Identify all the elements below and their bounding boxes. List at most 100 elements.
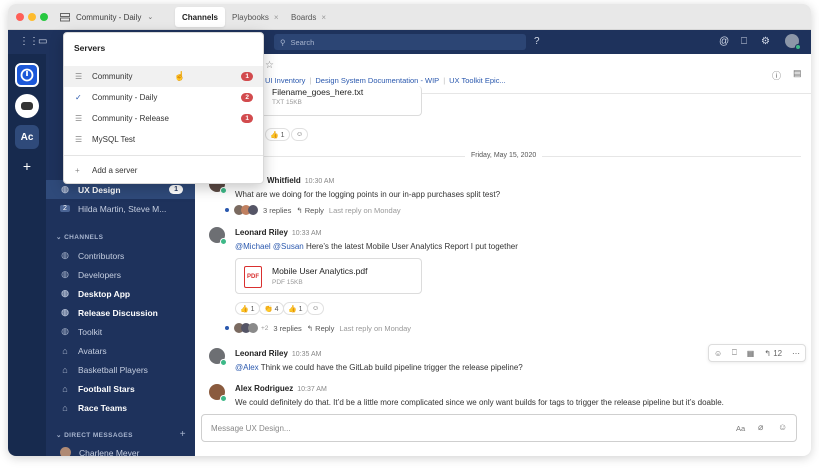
sidebar-item-group-dm[interactable]: 2 Hilda Martin, Steve M... <box>46 199 195 218</box>
message-time[interactable]: 10:37 AM <box>297 386 327 393</box>
saved-icon[interactable]: ⎕ <box>741 36 747 48</box>
sidebar-item-label: Release Discussion <box>78 307 158 318</box>
message-time[interactable]: 10:33 AM <box>292 230 322 237</box>
team-avatar[interactable] <box>15 94 39 118</box>
server-icon: ☰ <box>75 135 83 144</box>
help-icon[interactable]: ? <box>534 36 540 48</box>
more-icon[interactable]: ⋯ <box>792 349 800 358</box>
replies-link[interactable]: 3 replies <box>263 206 291 215</box>
message-author[interactable]: Whitfield 10:30 AM <box>267 176 334 185</box>
server-icon <box>60 12 70 21</box>
mention-link[interactable]: @Alex <box>235 363 259 372</box>
lock-icon: ⌂ <box>62 345 68 356</box>
add-team-button[interactable]: + <box>15 154 39 178</box>
sidebar-item-contributors[interactable]: ◍ Contributors <box>46 246 195 265</box>
reaction-label: 👏 4 <box>264 305 279 313</box>
message-text: @Michael @Susan Here’s the latest Mobile… <box>235 242 518 251</box>
reply-button[interactable]: ↰ Reply <box>307 324 335 333</box>
sidebar-item-desktop-app[interactable]: ◍ Desktop App <box>46 284 195 303</box>
team-ac[interactable]: Ac <box>15 125 39 149</box>
close-icon[interactable]: × <box>321 13 326 22</box>
header-link[interactable]: Design System Documentation - WIP <box>315 76 439 85</box>
message-author[interactable]: Alex Rodriguez 10:37 AM <box>235 384 327 393</box>
formatting-button[interactable]: Aa <box>736 424 745 433</box>
tab-channels[interactable]: Channels <box>175 7 226 27</box>
message-time[interactable]: 10:30 AM <box>305 178 335 185</box>
tab-label: Boards <box>291 12 317 22</box>
info-icon[interactable]: ⓘ <box>772 69 781 82</box>
message-time[interactable]: 10:35 AM <box>292 351 322 358</box>
grid-menu-icon[interactable]: ⋮⋮ <box>19 36 39 48</box>
add-server-button[interactable]: + Add a server <box>64 160 263 181</box>
team-mattermost[interactable] <box>15 63 39 87</box>
unread-count-badge: 1 <box>169 185 183 194</box>
add-dm-button[interactable]: + <box>180 429 186 440</box>
server-item-community-daily[interactable]: ✓ Community - Daily 2 <box>64 87 263 108</box>
reply-button[interactable]: ↰ 12 <box>764 349 782 358</box>
last-reply: Last reply on Monday <box>339 323 412 333</box>
sidebar-item-release-discussion[interactable]: ◍ Release Discussion <box>46 303 195 322</box>
server-item-community[interactable]: ☰ Community 1 ☝ <box>64 66 263 87</box>
chat-icon[interactable]: ▭ <box>38 36 47 48</box>
reply-label: Reply <box>315 323 335 333</box>
sidebar-item-charlene-meyer[interactable]: Charlene Meyer <box>46 443 195 456</box>
lock-icon: ⌂ <box>62 383 68 394</box>
group-count-icon: 2 <box>60 205 70 212</box>
tab-boards[interactable]: Boards × <box>284 7 333 27</box>
replies-link[interactable]: 3 replies <box>273 324 301 333</box>
server-item-community-release[interactable]: ☰ Community - Release 1 <box>64 108 263 129</box>
team-label: Ac <box>20 131 34 143</box>
apps-icon[interactable]: ▦ <box>747 349 755 358</box>
search-input[interactable]: ⚲ Search <box>274 34 526 50</box>
file-attachment[interactable]: PDF Mobile User Analytics.pdf PDF 15KB <box>235 258 422 294</box>
sidebar-item-toolkit[interactable]: ◍ Toolkit <box>46 322 195 341</box>
sidebar-item-race-teams[interactable]: ⌂ Race Teams <box>46 398 195 417</box>
reply-button[interactable]: ↰ Reply <box>296 206 324 215</box>
settings-icon[interactable]: ⚙ <box>761 36 770 48</box>
server-icon: ☰ <box>75 114 83 123</box>
header-link[interactable]: UX Toolkit Epic... <box>449 76 506 85</box>
mention-link[interactable]: @Michael @Susan <box>235 242 304 251</box>
header-link[interactable]: UI Inventory <box>265 76 305 85</box>
channels-section-header[interactable]: ⌄ CHANNELS <box>56 233 103 241</box>
save-icon[interactable]: ⎕ <box>732 348 737 358</box>
star-icon[interactable]: ☆ <box>265 60 274 71</box>
attachment-icon[interactable]: ⌀ <box>758 422 763 433</box>
globe-icon: ◍ <box>61 288 69 298</box>
sidebar-item-label: Charlene Meyer <box>79 447 140 457</box>
mention-icon[interactable]: @ <box>719 36 729 48</box>
minimize-window-button[interactable] <box>28 13 36 21</box>
server-switcher[interactable]: Community - Daily ⌄ <box>60 7 153 27</box>
reaction-thumbsup[interactable]: 👍 1 <box>235 302 260 315</box>
pinned-list-icon[interactable]: ▤ <box>793 68 802 79</box>
reaction-thumbsup[interactable]: 👍 1 <box>283 302 308 315</box>
reaction-clap[interactable]: 👏 4 <box>259 302 284 315</box>
direct-messages-section-header[interactable]: ⌄ DIRECT MESSAGES + <box>56 429 186 440</box>
lock-icon: ⌂ <box>62 364 68 375</box>
channel-header-links: UI Inventory | Design System Documentati… <box>265 76 506 85</box>
tab-playbooks[interactable]: Playbooks × <box>225 7 286 27</box>
message-text: What are we doing for the logging points… <box>235 190 501 199</box>
emoji-icon[interactable]: ☺ <box>778 422 787 432</box>
close-icon[interactable]: × <box>274 13 279 22</box>
reaction-thumbsup[interactable]: 👍 1 <box>265 128 290 141</box>
sidebar-item-basketball-players[interactable]: ⌂ Basketball Players <box>46 360 195 379</box>
message-author[interactable]: Leonard Riley 10:35 AM <box>235 349 321 358</box>
mention-count-badge: 1 <box>241 114 253 123</box>
sidebar-item-football-stars[interactable]: ⌂ Football Stars <box>46 379 195 398</box>
message-author[interactable]: Leonard Riley 10:33 AM <box>235 228 321 237</box>
sidebar-item-avatars[interactable]: ⌂ Avatars <box>46 341 195 360</box>
server-item-mysql-test[interactable]: ☰ MySQL Test <box>64 129 263 150</box>
participants-avatars <box>234 205 258 215</box>
smile-icon[interactable]: ☺ <box>714 349 722 358</box>
maximize-window-button[interactable] <box>40 13 48 21</box>
close-window-button[interactable] <box>16 13 24 21</box>
message-input[interactable]: Message UX Design... Aa ⌀ ☺ <box>201 414 797 442</box>
author-name: Alex Rodriguez <box>235 384 294 393</box>
server-icon: ☰ <box>75 72 83 81</box>
section-label: CHANNELS <box>64 234 104 241</box>
sidebar-item-developers[interactable]: ◍ Developers <box>46 265 195 284</box>
add-reaction-button[interactable]: ☺ <box>291 128 309 141</box>
server-switcher-label: Community - Daily <box>76 12 142 22</box>
add-reaction-button[interactable]: ☺ <box>307 302 325 315</box>
